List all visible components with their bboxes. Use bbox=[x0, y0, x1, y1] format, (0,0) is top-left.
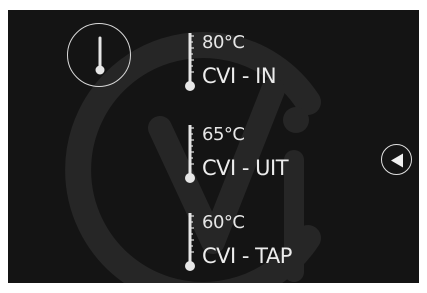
back-button[interactable] bbox=[381, 144, 412, 175]
thermometer-button[interactable] bbox=[67, 23, 131, 87]
temperature-value: 80°C bbox=[202, 32, 245, 53]
reading-cvi-uit: 65°C CVI - UIT bbox=[182, 122, 332, 186]
thermometer-icon bbox=[185, 125, 195, 183]
sensor-label: CVI - UIT bbox=[202, 156, 289, 180]
thermometer-icon bbox=[185, 33, 195, 91]
temperature-value: 65°C bbox=[202, 124, 245, 145]
sensor-label: CVI - TAP bbox=[202, 244, 292, 268]
sensor-label: CVI - IN bbox=[202, 64, 277, 88]
thermometer-icon bbox=[95, 36, 105, 75]
display-screen: 80°C CVI - IN 65°C CVI - UIT 60°C CVI - … bbox=[8, 10, 419, 283]
reading-cvi-in: 80°C CVI - IN bbox=[182, 30, 322, 94]
triangle-left-icon bbox=[391, 153, 403, 168]
temperature-value: 60°C bbox=[202, 212, 245, 233]
reading-cvi-tap: 60°C CVI - TAP bbox=[182, 210, 332, 274]
thermometer-icon bbox=[185, 213, 195, 271]
